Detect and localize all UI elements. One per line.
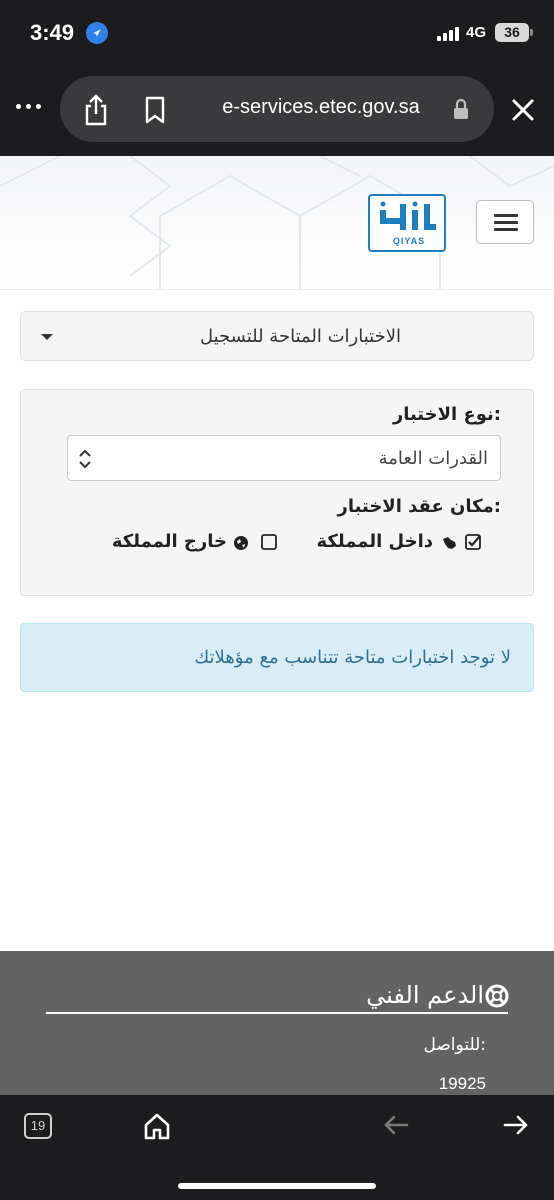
location-inside-option[interactable]: داخل المملكة — [305, 530, 481, 556]
close-icon[interactable] — [510, 97, 536, 123]
checked-checkbox-icon[interactable] — [465, 534, 481, 550]
more-options-icon[interactable] — [16, 102, 42, 112]
saudi-map-icon — [441, 535, 457, 551]
menu-toggle-button[interactable] — [476, 200, 534, 244]
support-title: الدعم الفني — [366, 981, 484, 1009]
home-indicator — [178, 1183, 376, 1189]
back-arrow-icon[interactable] — [383, 1114, 409, 1136]
globe-icon — [233, 535, 249, 551]
browser-address-bar: e-services.etec.gov.sa — [0, 62, 554, 156]
available-tests-label: الاختبارات المتاحة للتسجيل — [199, 326, 401, 347]
header-background-pattern — [0, 156, 554, 289]
location-arrow-icon — [86, 22, 108, 44]
test-location-label: مكان عقد الاختبار: — [337, 496, 501, 517]
support-divider — [46, 1012, 508, 1014]
location-inside-label: داخل المملكة — [316, 531, 433, 552]
test-type-label: نوع الاختبار: — [392, 404, 501, 425]
unchecked-checkbox-icon[interactable] — [261, 534, 277, 550]
location-outside-label: خارج المملكة — [111, 531, 227, 552]
lifebuoy-icon — [485, 984, 509, 1008]
test-type-value: القدرات العامة — [378, 448, 488, 469]
filter-panel: نوع الاختبار: القدرات العامة مكان عقد ال… — [20, 389, 534, 596]
site-header: QIYAS — [0, 156, 554, 290]
select-arrows-icon — [78, 448, 92, 470]
battery-indicator: 36 — [495, 23, 533, 42]
forward-arrow-icon[interactable] — [503, 1114, 529, 1136]
contact-phone[interactable]: 19925 — [439, 1074, 486, 1094]
bookmark-icon[interactable] — [142, 96, 168, 124]
caret-down-icon — [41, 334, 53, 340]
location-outside-option[interactable]: خارج المملكة — [107, 530, 277, 556]
test-type-select[interactable]: القدرات العامة — [67, 435, 501, 481]
network-type: 4G — [466, 24, 487, 41]
no-tests-message: لا توجد اختبارات متاحة تتناسب مع مؤهلاتك — [194, 647, 511, 668]
browser-bottom-toolbar: 19 — [0, 1095, 554, 1200]
contact-label: للتواصل: — [423, 1035, 487, 1055]
url-text[interactable]: e-services.etec.gov.sa — [196, 96, 446, 119]
tabs-button[interactable]: 19 — [24, 1113, 52, 1139]
home-icon[interactable] — [142, 1111, 172, 1141]
status-bar: 3:49 4G 36 — [0, 0, 554, 62]
no-tests-alert: لا توجد اختبارات متاحة تتناسب مع مؤهلاتك — [20, 623, 534, 692]
qiyas-logo[interactable]: QIYAS — [368, 194, 446, 252]
status-time: 3:49 — [30, 20, 75, 45]
logo-text: QIYAS — [392, 236, 426, 246]
share-icon[interactable] — [82, 94, 110, 126]
lock-icon — [452, 98, 470, 120]
support-footer: الدعم الفني للتواصل: 19925 — [0, 951, 554, 1095]
available-tests-dropdown[interactable]: الاختبارات المتاحة للتسجيل — [20, 311, 534, 361]
cellular-signal-icon — [437, 27, 459, 41]
